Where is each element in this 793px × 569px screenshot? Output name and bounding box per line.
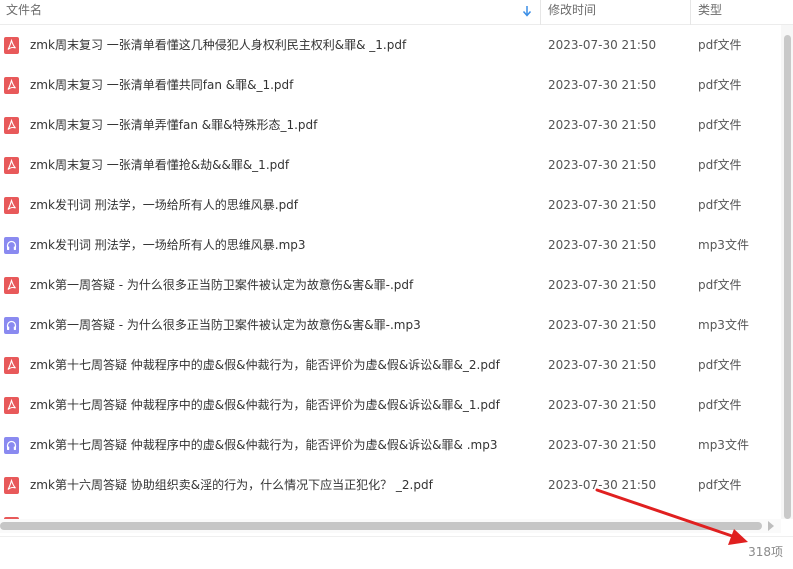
pdf-file-icon: [4, 197, 19, 214]
file-modified-time: 2023-07-30 21:50: [548, 38, 657, 52]
horizontal-scrollbar[interactable]: [0, 519, 781, 533]
file-name: zmk第一周答疑 - 为什么很多正当防卫案件被认定为故意伤&害&罪-.mp3: [30, 318, 421, 332]
column-divider[interactable]: [540, 0, 541, 25]
file-row[interactable]: zmk第一周答疑 - 为什么很多正当防卫案件被认定为故意伤&害&罪-.pdf 20…: [0, 265, 781, 305]
file-modified-time: 2023-07-30 21:50: [548, 158, 657, 172]
file-modified-time: 2023-07-30 21:50: [548, 358, 657, 372]
file-row[interactable]: [0, 505, 781, 519]
file-name: zmk第十六周答疑 协助组织卖&淫的行为，什么情况下应当正犯化？ _2.pdf: [30, 478, 433, 492]
file-name: zmk第一周答疑 - 为什么很多正当防卫案件被认定为故意伤&害&罪-.pdf: [30, 278, 414, 292]
file-row[interactable]: zmk第十七周答疑 仲裁程序中的虚&假&仲裁行为，能否评价为虚&假&诉讼&罪& …: [0, 425, 781, 465]
pdf-file-icon: [4, 477, 19, 494]
file-modified-time: 2023-07-30 21:50: [548, 118, 657, 132]
file-type: pdf文件: [698, 198, 742, 212]
column-header-type[interactable]: 类型: [698, 0, 778, 25]
file-modified-time: 2023-07-30 21:50: [548, 398, 657, 412]
file-name: zmk周末复习 一张清单看懂抢&劫&&罪&_1.pdf: [30, 158, 290, 172]
file-modified-time: 2023-07-30 21:50: [548, 478, 657, 492]
file-modified-time: 2023-07-30 21:50: [548, 318, 657, 332]
file-type: pdf文件: [698, 358, 742, 372]
file-row[interactable]: zmk第一周答疑 - 为什么很多正当防卫案件被认定为故意伤&害&罪-.mp3 20…: [0, 305, 781, 345]
mp3-file-icon: [4, 437, 19, 454]
file-name: zmk发刊词 刑法学，一场给所有人的思维风暴.pdf: [30, 198, 299, 212]
column-header-name[interactable]: 文件名: [6, 0, 536, 25]
mp3-file-icon: [4, 237, 19, 254]
file-row[interactable]: zmk发刊词 刑法学，一场给所有人的思维风暴.pdf 2023-07-30 21:…: [0, 185, 781, 225]
file-row[interactable]: zmk周末复习 一张清单看懂共同fan &罪&_1.pdf 2023-07-30 …: [0, 65, 781, 105]
file-modified-time: 2023-07-30 21:50: [548, 438, 657, 452]
file-type: pdf文件: [698, 158, 742, 172]
file-type: pdf文件: [698, 478, 742, 492]
file-modified-time: 2023-07-30 21:50: [548, 278, 657, 292]
file-type: mp3文件: [698, 318, 749, 332]
file-name: zmk周末复习 一张清单弄懂fan &罪&特殊形态_1.pdf: [30, 118, 318, 132]
file-row[interactable]: zmk第十七周答疑 仲裁程序中的虚&假&仲裁行为，能否评价为虚&假&诉讼&罪&_…: [0, 345, 781, 385]
file-modified-time: 2023-07-30 21:50: [548, 238, 657, 252]
mp3-file-icon: [4, 317, 19, 334]
scroll-right-arrow-icon[interactable]: [768, 521, 774, 531]
sort-down-arrow-icon[interactable]: [521, 4, 533, 18]
column-header: 文件名 修改时间 类型: [0, 0, 793, 25]
footer-divider: [0, 536, 793, 537]
file-type: pdf文件: [698, 78, 742, 92]
file-name: zmk发刊词 刑法学，一场给所有人的思维风暴.mp3: [30, 238, 306, 252]
file-modified-time: 2023-07-30 21:50: [548, 78, 657, 92]
file-name: zmk第十七周答疑 仲裁程序中的虚&假&仲裁行为，能否评价为虚&假&诉讼&罪&_…: [30, 358, 500, 372]
file-list: zmk周末复习 一张清单看懂这几种侵犯人身权利民主权利&罪& _1.pdf 202…: [0, 25, 781, 519]
column-divider[interactable]: [690, 0, 691, 25]
file-name: zmk第十七周答疑 仲裁程序中的虚&假&仲裁行为，能否评价为虚&假&诉讼&罪&_…: [30, 398, 500, 412]
file-row[interactable]: zmk周末复习 一张清单看懂抢&劫&&罪&_1.pdf 2023-07-30 21…: [0, 145, 781, 185]
file-name: zmk周末复习 一张清单看懂这几种侵犯人身权利民主权利&罪& _1.pdf: [30, 38, 407, 52]
file-type: mp3文件: [698, 438, 749, 452]
horizontal-scrollbar-thumb[interactable]: [0, 522, 762, 530]
column-header-modified-time[interactable]: 修改时间: [548, 0, 688, 25]
file-row[interactable]: zmk周末复习 一张清单看懂这几种侵犯人身权利民主权利&罪& _1.pdf 202…: [0, 25, 781, 65]
pdf-file-icon: [4, 357, 19, 374]
file-row[interactable]: zmk第十七周答疑 仲裁程序中的虚&假&仲裁行为，能否评价为虚&假&诉讼&罪&_…: [0, 385, 781, 425]
file-row[interactable]: zmk周末复习 一张清单弄懂fan &罪&特殊形态_1.pdf 2023-07-3…: [0, 105, 781, 145]
item-count: 318项: [748, 545, 783, 559]
file-type: pdf文件: [698, 38, 742, 52]
file-modified-time: 2023-07-30 21:50: [548, 198, 657, 212]
file-type: mp3文件: [698, 238, 749, 252]
file-type: pdf文件: [698, 118, 742, 132]
pdf-file-icon: [4, 397, 19, 414]
file-type: pdf文件: [698, 398, 742, 412]
file-type: pdf文件: [698, 278, 742, 292]
pdf-file-icon: [4, 157, 19, 174]
file-row[interactable]: zmk第十六周答疑 协助组织卖&淫的行为，什么情况下应当正犯化？ _2.pdf 2…: [0, 465, 781, 505]
pdf-file-icon: [4, 277, 19, 294]
file-name: zmk第十七周答疑 仲裁程序中的虚&假&仲裁行为，能否评价为虚&假&诉讼&罪& …: [30, 438, 498, 452]
vertical-scrollbar[interactable]: [781, 25, 793, 519]
file-name: zmk周末复习 一张清单看懂共同fan &罪&_1.pdf: [30, 78, 294, 92]
pdf-file-icon: [4, 77, 19, 94]
pdf-file-icon: [4, 117, 19, 134]
pdf-file-icon: [4, 37, 19, 54]
file-row[interactable]: zmk发刊词 刑法学，一场给所有人的思维风暴.mp3 2023-07-30 21:…: [0, 225, 781, 265]
vertical-scrollbar-thumb[interactable]: [784, 35, 791, 519]
